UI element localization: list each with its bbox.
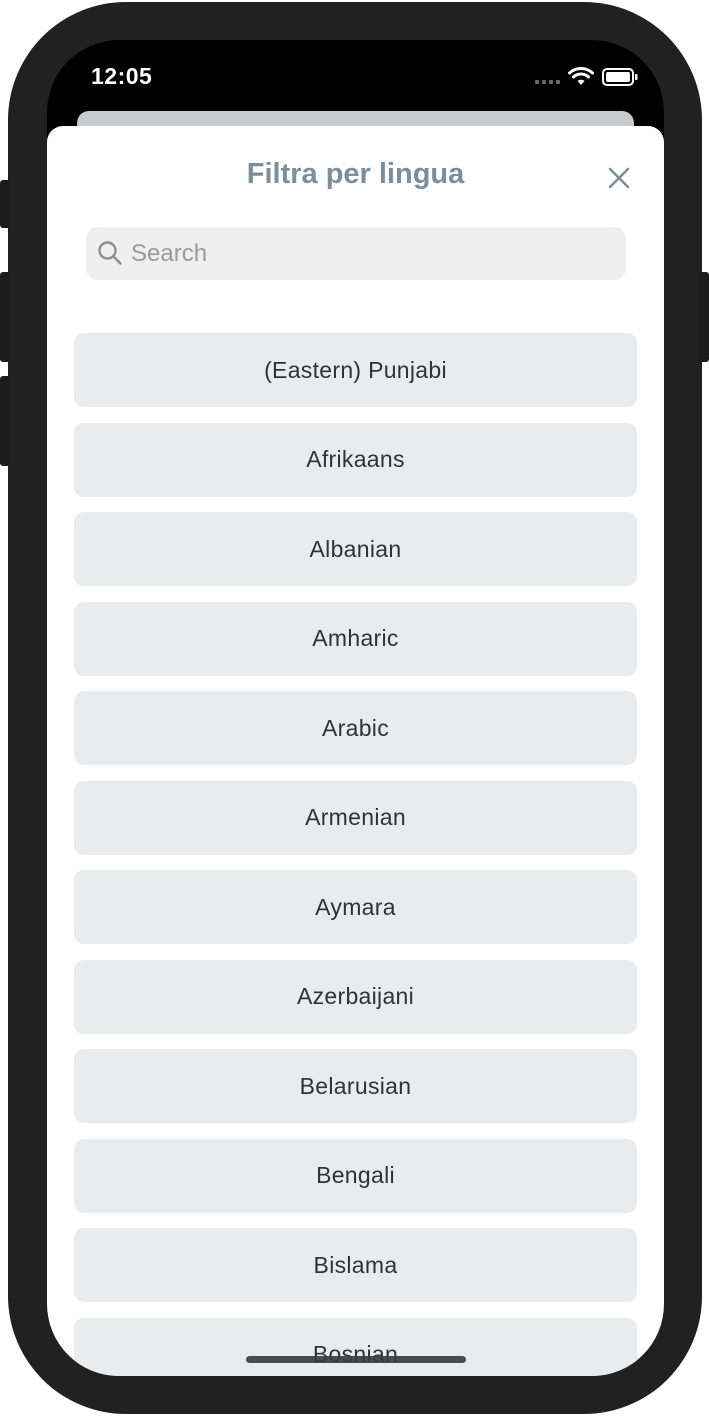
language-item[interactable]: Amharic xyxy=(74,601,637,676)
close-button[interactable] xyxy=(603,162,635,194)
language-item[interactable]: Armenian xyxy=(74,780,637,855)
language-item[interactable]: Aymara xyxy=(74,870,637,944)
close-icon xyxy=(608,167,630,189)
sheet-title: Filtra per lingua xyxy=(246,158,465,190)
status-time: 12:05 xyxy=(91,63,153,89)
language-item[interactable]: Afrikaans xyxy=(74,422,637,497)
language-item[interactable]: Albanian xyxy=(74,512,637,586)
language-item[interactable]: Azerbaijani xyxy=(74,959,637,1034)
battery-icon xyxy=(602,68,638,86)
language-item[interactable]: Bislama xyxy=(74,1228,637,1302)
search-input[interactable] xyxy=(131,227,611,280)
screen: 12:05 Filtra per lingua Search (Eastern)… xyxy=(47,40,664,1376)
status-icons xyxy=(535,66,638,88)
language-item[interactable]: Bosnian xyxy=(74,1317,637,1376)
language-item[interactable]: Bengali xyxy=(74,1138,637,1213)
home-indicator xyxy=(246,1356,466,1363)
signal-dots-icon xyxy=(535,70,560,84)
mute-switch xyxy=(0,180,10,228)
search-bar[interactable] xyxy=(86,227,626,280)
wifi-icon xyxy=(568,67,594,85)
language-item[interactable]: Arabic xyxy=(74,691,637,765)
power-button xyxy=(699,272,709,362)
notch xyxy=(184,40,528,90)
language-filter-sheet: Filtra per lingua (Eastern) Punjabi Afrik… xyxy=(47,126,664,1376)
language-item[interactable]: Belarusian xyxy=(74,1049,637,1123)
language-list: (Eastern) Punjabi Afrikaans Albanian Amhari… xyxy=(74,333,637,1376)
language-item[interactable]: (Eastern) Punjabi xyxy=(74,333,637,407)
volume-up-button xyxy=(0,272,10,362)
search-icon xyxy=(98,241,122,265)
volume-down-button xyxy=(0,376,10,466)
